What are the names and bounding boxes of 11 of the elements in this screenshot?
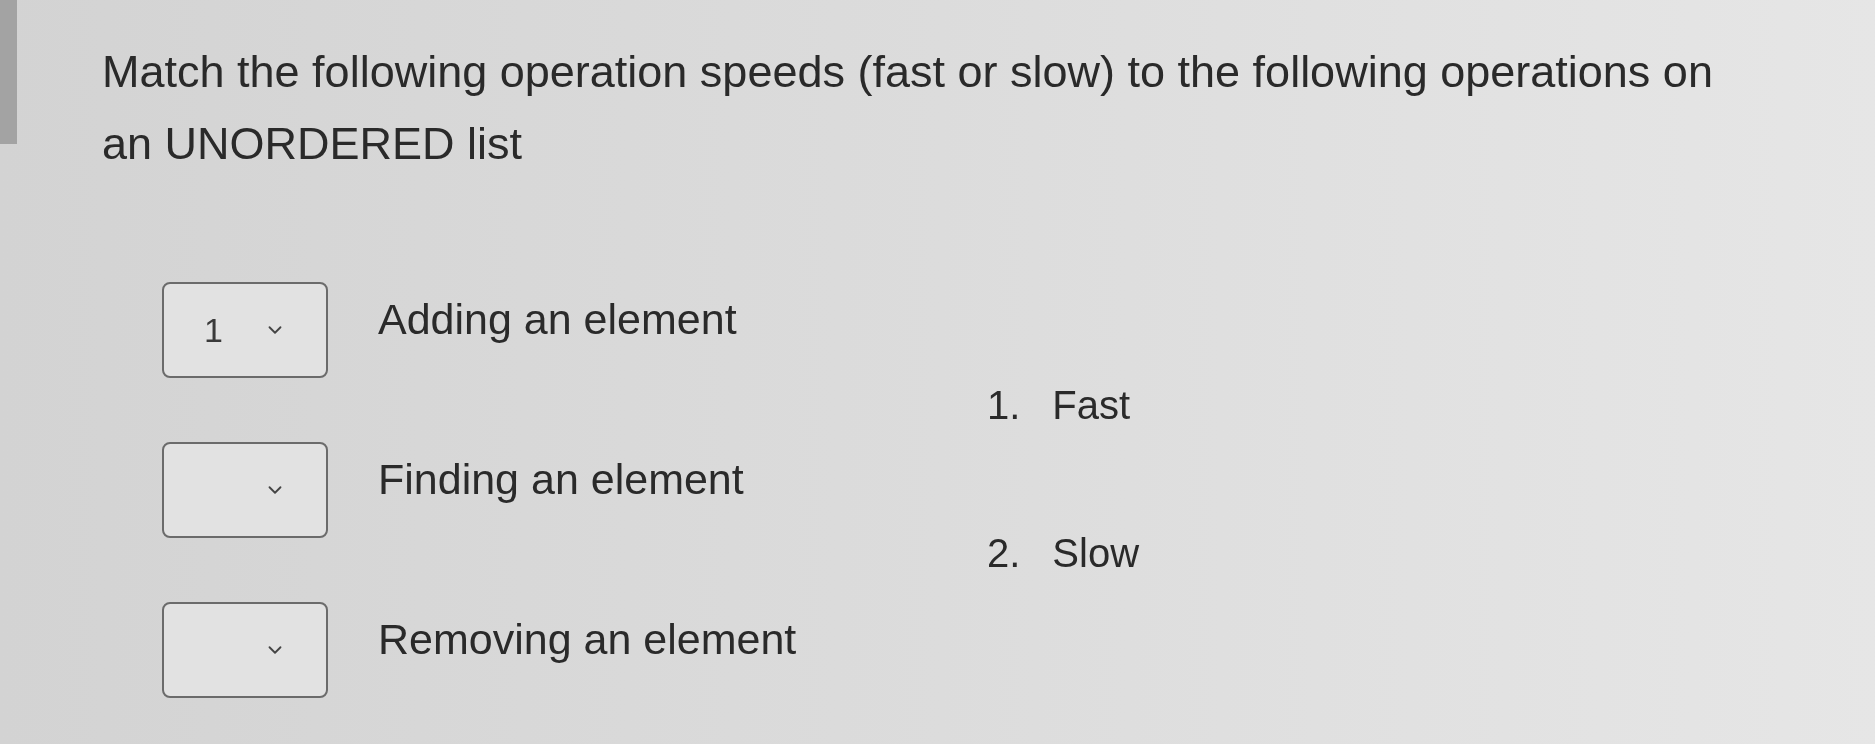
operation-label: Adding an element xyxy=(378,294,737,344)
answer-number: 2. xyxy=(987,530,1021,577)
answer-dropdown[interactable] xyxy=(162,442,328,538)
answer-text: Slow xyxy=(1052,530,1140,577)
operation-label: Removing an element xyxy=(378,614,797,664)
question-text: Match the following operation speeds (fast or slow) to the following operations on an UNORDERED list xyxy=(102,45,1714,171)
answer-number: 1. xyxy=(987,382,1021,429)
answer-dropdown[interactable]: 1 xyxy=(162,282,328,378)
answer-text: Fast xyxy=(1052,382,1131,429)
answer-dropdown[interactable] xyxy=(162,602,328,698)
operation-label: Finding an element xyxy=(378,454,744,504)
